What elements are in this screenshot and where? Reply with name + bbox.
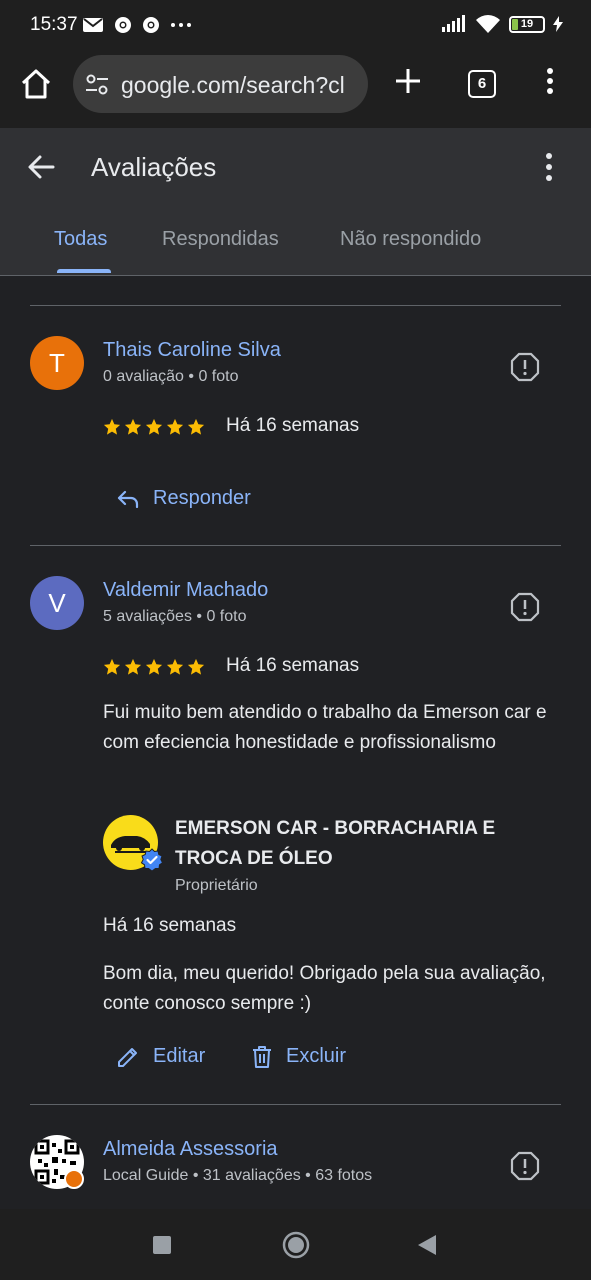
plus-icon[interactable] [393, 66, 423, 96]
star-icon [145, 418, 163, 435]
reviewer-name[interactable]: Thais Caroline Silva [103, 339, 281, 362]
reviewer-name[interactable]: Valdemir Machado [103, 579, 268, 602]
tab-respondidas[interactable]: Respondidas [162, 228, 279, 251]
star-icon [166, 658, 184, 675]
app-header: Avaliações Todas Respondidas Não respond… [0, 128, 591, 276]
edit-label[interactable]: Editar [153, 1045, 205, 1068]
system-status-icons: 19 [441, 14, 563, 34]
report-icon[interactable] [510, 1151, 540, 1181]
star-icon [103, 418, 121, 435]
review-date: Há 16 semanas [226, 655, 360, 676]
system-navigation-bar [0, 1209, 591, 1280]
star-icon [145, 658, 163, 675]
browser-toolbar: google.com/search?cl 6 [0, 52, 591, 128]
avatar[interactable]: V [30, 576, 84, 630]
signal-icon [442, 15, 465, 32]
review-date: Há 16 semanas [226, 415, 360, 436]
charging-icon [553, 16, 563, 32]
business-logo [103, 815, 164, 872]
report-icon[interactable] [510, 592, 540, 622]
chrome-notification-icon [143, 17, 159, 33]
tab-switcher-button[interactable]: 6 [468, 70, 496, 98]
reviewer-meta: Local Guide • 31 avaliações • 63 fotos [103, 1167, 373, 1184]
star-rating [103, 418, 205, 436]
reply-label[interactable]: Responder [153, 487, 251, 510]
report-icon[interactable] [510, 352, 540, 382]
owner-role: Proprietário [175, 877, 258, 894]
divider [30, 545, 561, 546]
edit-button[interactable]: Editar [117, 1045, 205, 1068]
home-icon[interactable] [18, 66, 54, 102]
star-icon [166, 418, 184, 435]
filter-tabs: Todas Respondidas Não respondido [0, 224, 591, 276]
business-name: EMERSON CAR - BORRACHARIA E TROCA DE ÓLE… [175, 818, 496, 869]
star-rating [103, 658, 205, 676]
reply-date: Há 16 semanas [103, 915, 237, 936]
status-bar: 15:37 19 [0, 0, 591, 52]
more-vert-icon[interactable] [539, 152, 559, 182]
more-notifications-icon [171, 23, 191, 27]
more-vert-icon[interactable] [545, 66, 555, 96]
tune-icon[interactable] [85, 74, 109, 96]
page-title: Avaliações [91, 152, 217, 182]
divider [30, 305, 561, 306]
back-arrow-icon[interactable] [26, 152, 56, 182]
reply-icon [117, 490, 139, 508]
reviewer-meta: 5 avaliações • 0 foto [103, 608, 247, 625]
edit-icon [118, 1047, 137, 1067]
delete-label[interactable]: Excluir [286, 1045, 346, 1068]
back-nav-icon[interactable] [417, 1234, 437, 1256]
verified-badge-icon [140, 848, 164, 872]
battery-fill [512, 18, 518, 30]
reply-text: Bom dia, meu querido! Obrigado pela sua … [103, 963, 546, 1014]
reviewer-meta: 0 avaliação • 0 foto [103, 368, 239, 385]
local-guide-badge-icon [64, 1169, 84, 1189]
tab-nao-respondido[interactable]: Não respondido [340, 228, 481, 251]
delete-button[interactable]: Excluir [252, 1045, 346, 1068]
reviews-list[interactable]: T Thais Caroline Silva 0 avaliação • 0 f… [0, 277, 591, 1209]
star-icon [187, 418, 205, 435]
avatar[interactable]: T [30, 336, 84, 390]
status-time: 15:37 [30, 14, 78, 35]
divider [30, 1104, 561, 1105]
trash-icon [253, 1045, 271, 1068]
reviewer-name[interactable]: Almeida Assessoria [103, 1138, 278, 1161]
notification-icons [82, 16, 192, 34]
star-icon [124, 658, 142, 675]
recents-icon[interactable] [152, 1235, 172, 1255]
url-text[interactable]: google.com/search?cl [121, 72, 345, 99]
battery-level: 19 [520, 17, 534, 30]
star-icon [103, 658, 121, 675]
battery-indicator: 19 [509, 15, 545, 33]
reply-button[interactable]: Responder [117, 487, 251, 510]
mail-notification-icon [83, 18, 103, 32]
star-icon [187, 658, 205, 675]
url-bar[interactable]: google.com/search?cl [73, 55, 368, 113]
review-text: Fui muito bem atendido o trabalho da Eme… [103, 702, 547, 753]
chrome-notification-icon [115, 17, 131, 33]
tab-todas[interactable]: Todas [54, 228, 107, 251]
wifi-icon [476, 15, 500, 33]
home-nav-icon[interactable] [282, 1231, 310, 1259]
active-tab-indicator [57, 269, 111, 273]
star-icon [124, 418, 142, 435]
